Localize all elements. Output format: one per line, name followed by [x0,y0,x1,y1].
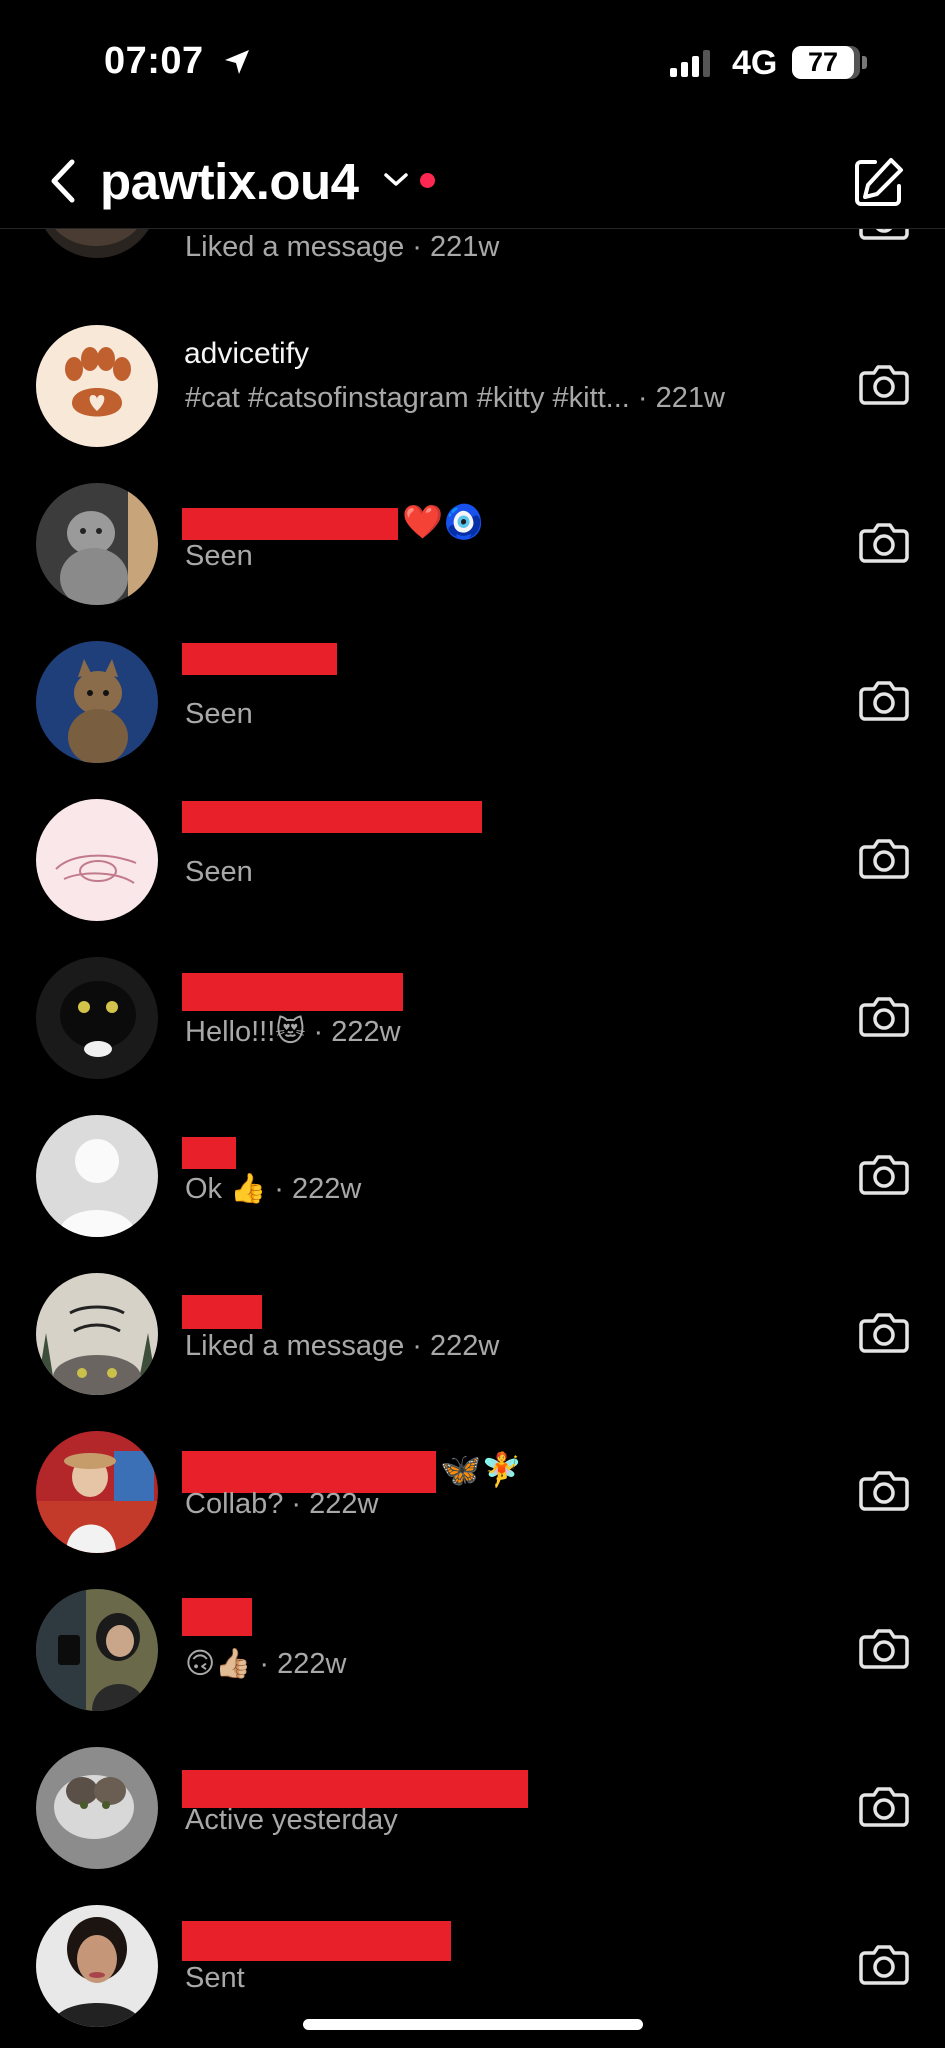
redacted-name [182,973,403,1011]
camera-icon[interactable] [857,1147,911,1201]
battery-tip [862,56,867,69]
thread-row[interactable]: ❤️🧿 Seen [0,465,945,623]
thread-row[interactable]: Ok 👍 · 222w [0,1097,945,1255]
chevron-down-icon[interactable] [382,170,410,190]
signal-icon [670,50,710,77]
thread-preview: Collab? · 222w [185,1488,379,1520]
avatar [36,957,158,1079]
redacted-name [182,643,337,675]
redacted-name [182,1770,528,1808]
camera-icon[interactable] [857,1305,911,1359]
camera-icon[interactable] [857,1621,911,1675]
avatar [36,1431,158,1553]
avatar [36,1115,158,1237]
avatar [36,799,158,921]
thread-preview: Liked a message · 221w [185,231,500,263]
thread-preview: Active yesterday [185,1804,398,1836]
status-time: 07:07 [104,40,204,82]
avatar [36,483,158,605]
thread-row[interactable]: Hello!!!😻 · 222w [0,939,945,1097]
camera-icon[interactable] [857,1937,911,1991]
inbox-header: pawtix.ou4 [0,130,945,229]
thread-row[interactable]: Liked a message · 222w [0,1255,945,1413]
battery-level: 77 [792,46,854,79]
thread-preview: Seen [185,856,253,888]
notification-dot [420,173,435,188]
thread-preview: 🙃👍🏼 · 222w [185,1648,347,1680]
redacted-name [182,1921,451,1961]
network-type: 4G [732,44,778,82]
avatar [36,1589,158,1711]
redacted-name [182,508,398,540]
camera-icon[interactable] [857,515,911,569]
thread-preview: Hello!!!😻 · 222w [185,1016,401,1048]
thread-row[interactable]: Active yesterday [0,1729,945,1887]
thread-preview: Seen [185,698,253,730]
camera-icon[interactable] [857,1463,911,1517]
account-switcher[interactable]: pawtix.ou4 [100,152,359,211]
avatar [36,641,158,763]
status-bar: 07:07 4G 77 [0,0,945,130]
location-arrow-icon [225,50,249,74]
thread-row[interactable]: 🙃👍🏼 · 222w [0,1571,945,1729]
avatar [36,325,158,447]
camera-icon[interactable] [857,357,911,411]
redacted-name [182,1295,262,1329]
thread-preview: #cat #catsofinstagram #kitty #kitt... · … [185,382,725,414]
thread-row[interactable]: Seen [0,781,945,939]
thread-preview: Ok 👍 · 222w [185,1173,362,1205]
chevron-left-icon[interactable] [40,154,90,208]
camera-icon[interactable] [857,673,911,727]
camera-icon[interactable] [857,831,911,885]
redacted-name [182,801,482,833]
camera-icon[interactable] [857,1779,911,1833]
camera-icon[interactable] [857,989,911,1043]
thread-name: advicetify [184,337,310,370]
thread-row[interactable]: Seen [0,623,945,781]
redacted-name [182,1451,436,1493]
thread-preview: Seen [185,540,253,572]
thread-row[interactable]: advicetify #cat #catsofinstagram #kitty … [0,307,945,465]
redacted-name [182,1137,236,1169]
redacted-name [182,1598,252,1636]
thread-row[interactable]: 🦋🧚 Collab? · 222w [0,1413,945,1571]
avatar [36,1905,158,2027]
thread-preview: Liked a message · 222w [185,1330,500,1362]
name-emojis: ❤️🧿 [402,503,485,540]
avatar [36,1273,158,1395]
name-emojis: 🦋🧚 [440,1451,523,1488]
thread-preview: Sent [185,1962,245,1994]
avatar [36,1747,158,1869]
dm-inbox-screen: Liked a message · 221w advicetify #cat #… [0,0,945,2048]
compose-icon[interactable] [851,154,907,210]
home-indicator[interactable] [303,2019,643,2030]
